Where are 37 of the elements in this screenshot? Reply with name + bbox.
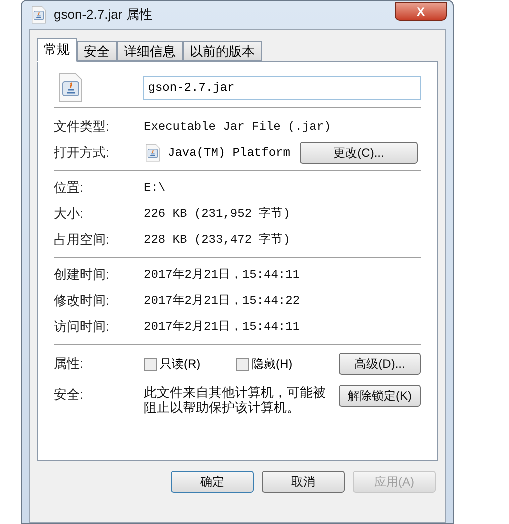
field-label: 修改时间: — [54, 292, 111, 310]
tab[interactable]: 安全 — [77, 41, 117, 61]
dialog-button[interactable]: 取消 — [262, 471, 345, 493]
field-label: 大小: — [54, 205, 85, 224]
dialog-button[interactable]: 确定 — [171, 471, 254, 493]
java-file-icon — [30, 6, 48, 24]
checkbox[interactable]: 只读(R) — [144, 355, 236, 373]
advanced-button[interactable]: 高级(D)... — [339, 353, 421, 375]
field-label: 位置: — [54, 179, 85, 198]
field-label: 占用空间: — [54, 231, 111, 250]
field-value: 2017年2月21日，15:44:11 — [144, 267, 300, 284]
field-value: 228 KB (233,472 字节) — [144, 232, 290, 249]
security-note: 此文件来自其他计算机，可能被阻止以帮助保护该计算机。 — [144, 385, 327, 415]
field-value: Java(TM) Platform — [168, 145, 292, 162]
field-value: Executable Jar File (.jar) — [144, 119, 332, 136]
tab[interactable]: 常规 — [37, 38, 77, 62]
field-label: 文件类型: — [54, 118, 111, 136]
field-label: 属性: — [54, 355, 85, 374]
java-file-icon — [144, 144, 162, 162]
change-button[interactable]: 更改(C)... — [300, 142, 418, 164]
java-file-icon — [58, 72, 84, 102]
tab[interactable]: 以前的版本 — [183, 41, 262, 61]
checkbox-square[interactable] — [236, 358, 249, 370]
field-label: 创建时间: — [54, 266, 111, 284]
unblock-button[interactable]: 解除锁定(K) — [339, 385, 421, 407]
checkbox[interactable]: 隐藏(H) — [236, 355, 328, 373]
checkbox-square[interactable] — [144, 358, 157, 370]
window-title: gson-2.7.jar 属性 — [54, 6, 152, 24]
tab[interactable]: 详细信息 — [117, 41, 183, 61]
field-value: 2017年2月21日，15:44:11 — [144, 319, 300, 336]
file-name-field[interactable]: gson-2.7.jar — [143, 76, 421, 100]
field-value: 226 KB (231,952 字节) — [144, 206, 290, 223]
field-value: E:\ — [144, 180, 166, 197]
field-label: 安全: — [54, 386, 85, 404]
field-label: 打开方式: — [54, 144, 111, 162]
field-label: 访问时间: — [54, 318, 111, 336]
field-value: 2017年2月21日，15:44:22 — [144, 293, 300, 310]
